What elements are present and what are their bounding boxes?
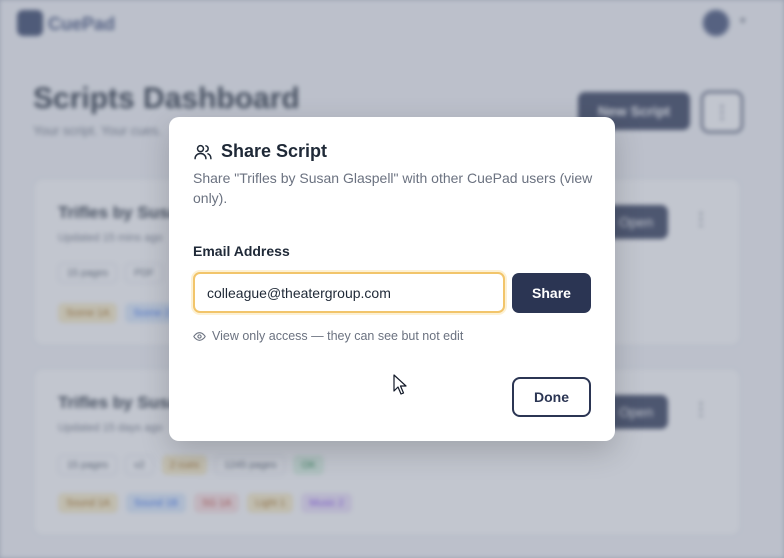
done-button[interactable]: Done [512,377,591,417]
eye-icon [193,330,206,343]
dialog-description: Share "Trifles by Susan Glaspell" with o… [193,170,593,206]
share-script-dialog: Share Script Share "Trifles by Susan Gla… [169,117,615,441]
dialog-title: Share Script [221,141,328,161]
users-icon [193,142,213,162]
share-button[interactable]: Share [512,273,591,313]
email-label: Email Address [193,243,290,259]
email-field[interactable] [193,272,505,313]
access-hint: View only access — they can see but not … [193,329,463,343]
mouse-cursor-icon [393,374,407,401]
access-hint-text: View only access — they can see but not … [212,329,464,343]
dialog-header: Share Script [193,141,327,162]
